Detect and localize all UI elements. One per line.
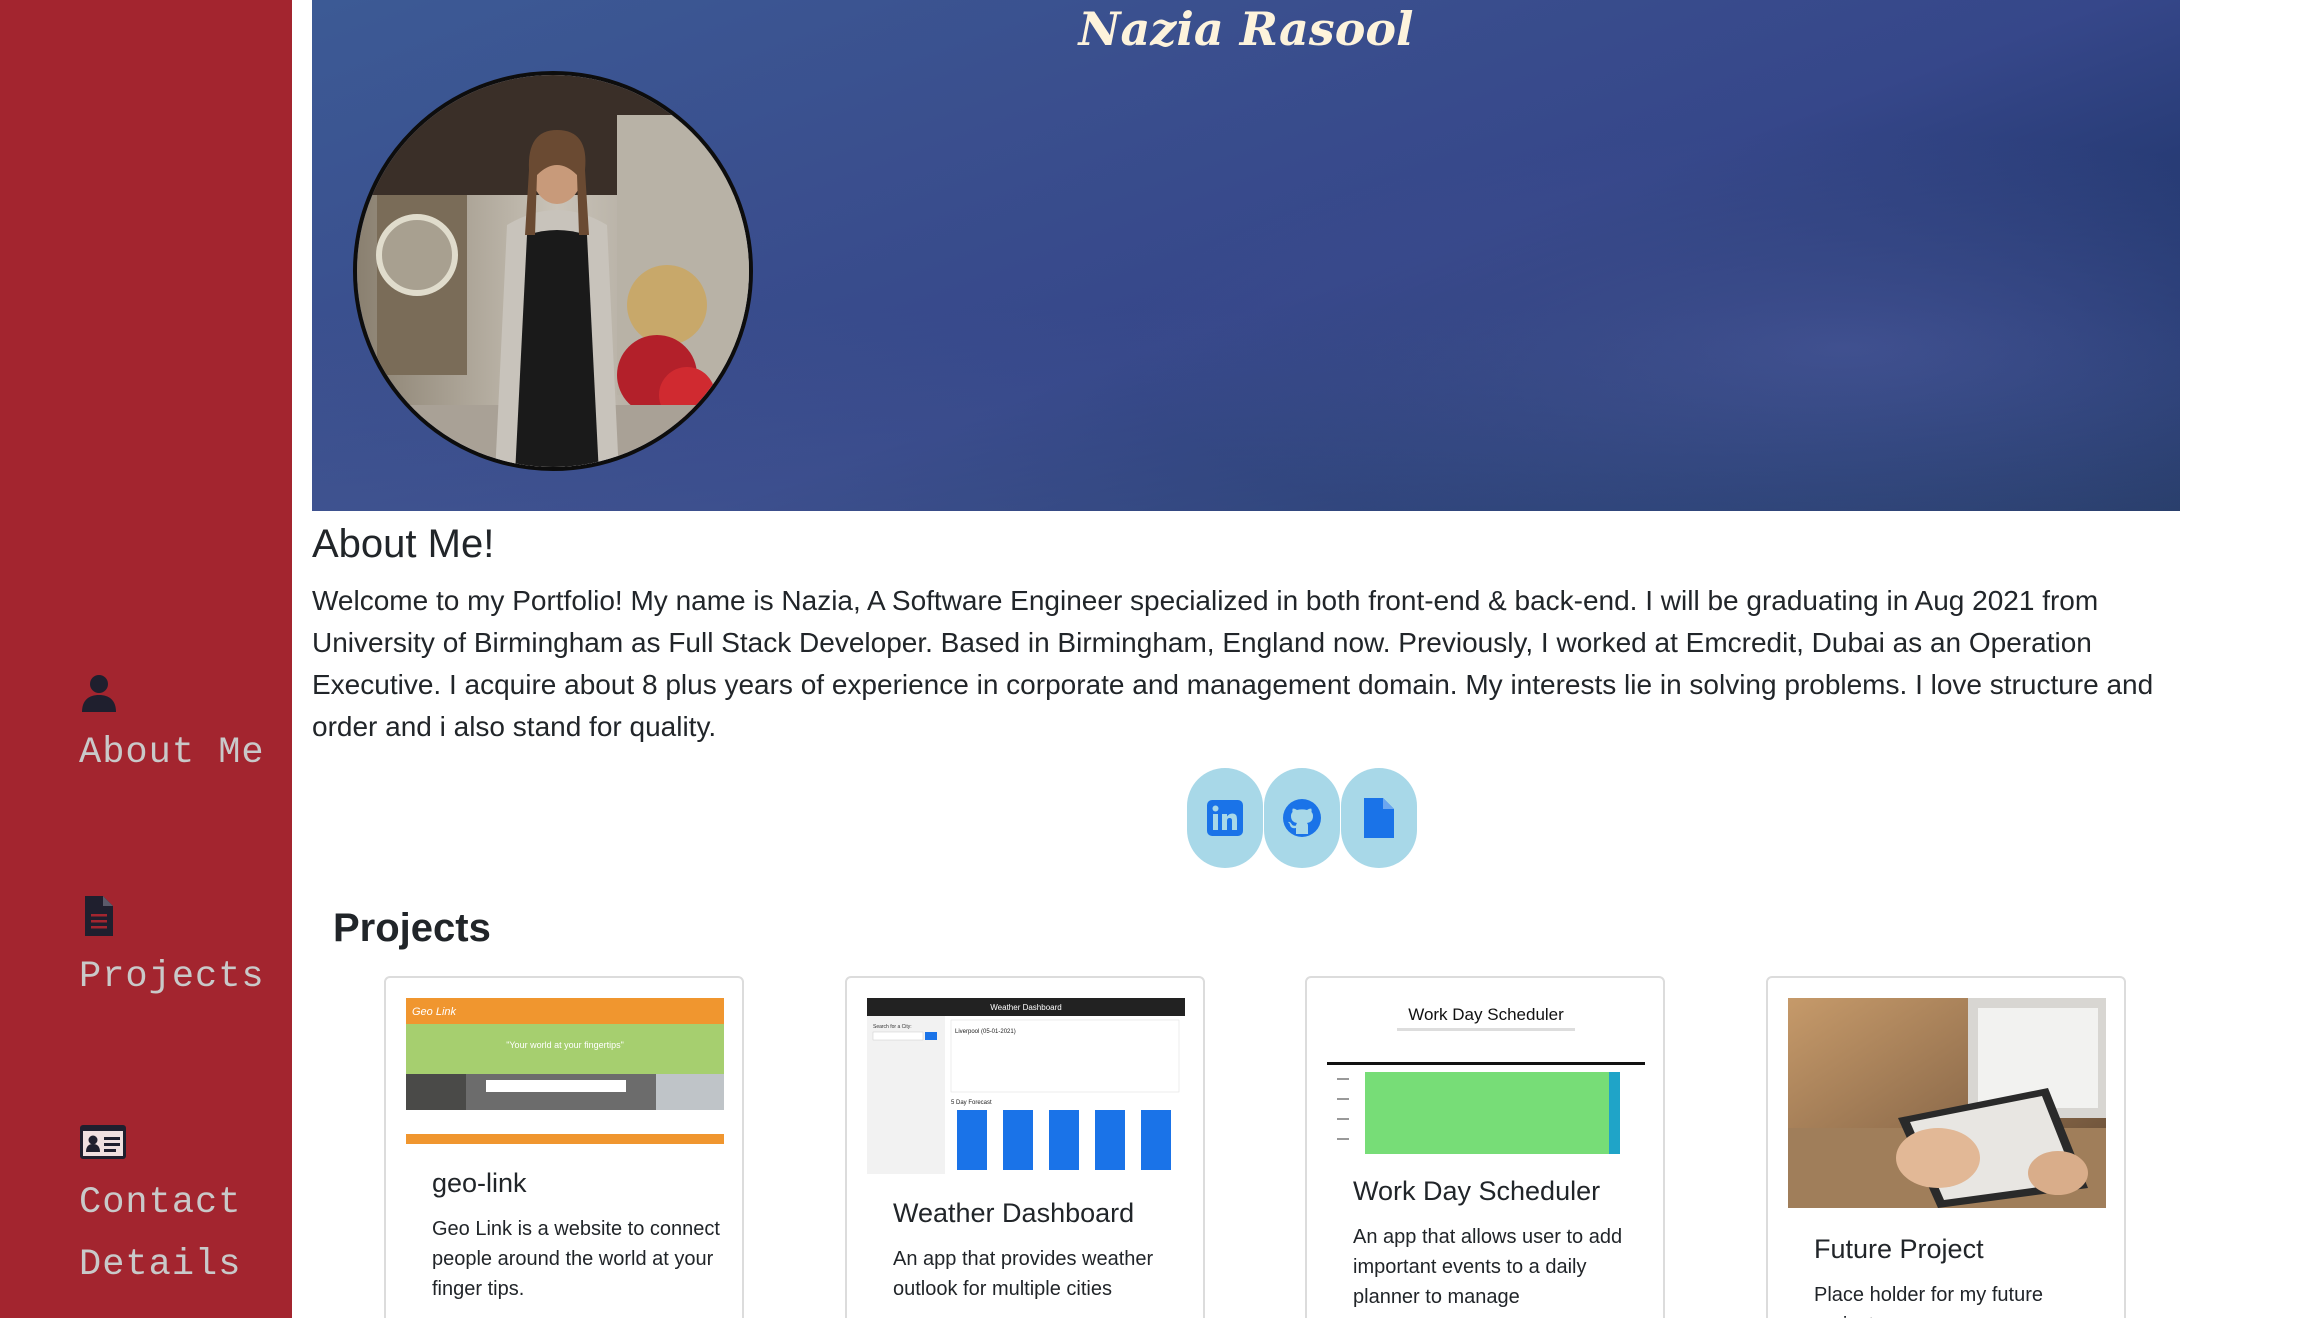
profile-photo [357, 75, 749, 467]
project-card-description: Place holder for my future projects [1814, 1284, 2043, 1318]
scheduler-thumb-heading: Work Day Scheduler [1408, 1005, 1564, 1024]
project-card-description: An app that provides weather outlook for… [893, 1248, 1154, 1300]
project-card-description: Geo Link is a website to connect people … [432, 1218, 720, 1300]
project-card-title[interactable]: geo-link [432, 1168, 527, 1199]
sidebar-item-contact-details[interactable]: Contact Details [79, 1122, 289, 1296]
resume-button[interactable] [1341, 768, 1417, 868]
sidebar-nav: About Me Projects Contact Details [0, 0, 292, 1318]
weather-thumb-header: Weather Dashboard [990, 1003, 1061, 1012]
sidebar-item-projects[interactable]: Projects [79, 896, 289, 1008]
about-heading: About Me! [312, 522, 495, 566]
project-card-title[interactable]: Future Project [1814, 1234, 1984, 1265]
document-icon [85, 896, 113, 936]
weather-thumb-city: Liverpool (05-01-2021) [955, 1029, 1016, 1035]
project-thumbnail [1788, 998, 2106, 1208]
github-button[interactable] [1264, 768, 1340, 868]
sidebar-item-about-me[interactable]: About Me [79, 672, 289, 784]
project-card-description: An app that allows user to add important… [1353, 1226, 1623, 1308]
project-card-future-project[interactable]: Future Project Place holder for my futur… [1766, 976, 2126, 1318]
geo-link-tagline: "Your world at your fingertips" [506, 1040, 624, 1050]
sidebar-item-label: About Me [79, 732, 265, 774]
weather-thumb-forecast: 5 Day Forecast [951, 1100, 992, 1106]
linkedin-icon [1207, 800, 1243, 836]
project-card-title[interactable]: Weather Dashboard [893, 1198, 1134, 1229]
github-icon [1283, 799, 1321, 837]
project-thumbnail: Weather Dashboard Search for a City: Liv… [867, 998, 1185, 1174]
resume-icon [1364, 798, 1394, 838]
geo-link-logo: Geo Link [412, 1006, 457, 1018]
user-icon [82, 675, 116, 712]
header-banner: Nazia Rasool [312, 0, 2180, 511]
projects-heading: Projects [333, 906, 491, 950]
project-card-weather-dashboard[interactable]: Weather Dashboard Search for a City: Liv… [845, 976, 1205, 1318]
sidebar-item-label-line2: Details [79, 1244, 242, 1286]
project-card-work-day-scheduler[interactable]: Work Day Scheduler Work Day Scheduler An… [1305, 976, 1665, 1318]
project-card-title[interactable]: Work Day Scheduler [1353, 1176, 1600, 1207]
linkedin-button[interactable] [1187, 768, 1263, 868]
sidebar-item-label: Contact [79, 1182, 242, 1224]
about-paragraph: Welcome to my Portfolio! My name is Nazi… [312, 585, 2154, 742]
page-title: Nazia Rasool [1078, 2, 1414, 56]
project-card-geo-link[interactable]: Geo Link "Your world at your fingertips"… [384, 976, 744, 1318]
id-card-icon [80, 1125, 126, 1159]
sidebar-item-label: Projects [79, 956, 265, 998]
avatar [353, 71, 753, 471]
weather-thumb-search-label: Search for a City: [873, 1024, 912, 1030]
project-thumbnail: Work Day Scheduler [1327, 998, 1645, 1178]
project-thumbnail: Geo Link "Your world at your fingertips" [406, 998, 724, 1144]
